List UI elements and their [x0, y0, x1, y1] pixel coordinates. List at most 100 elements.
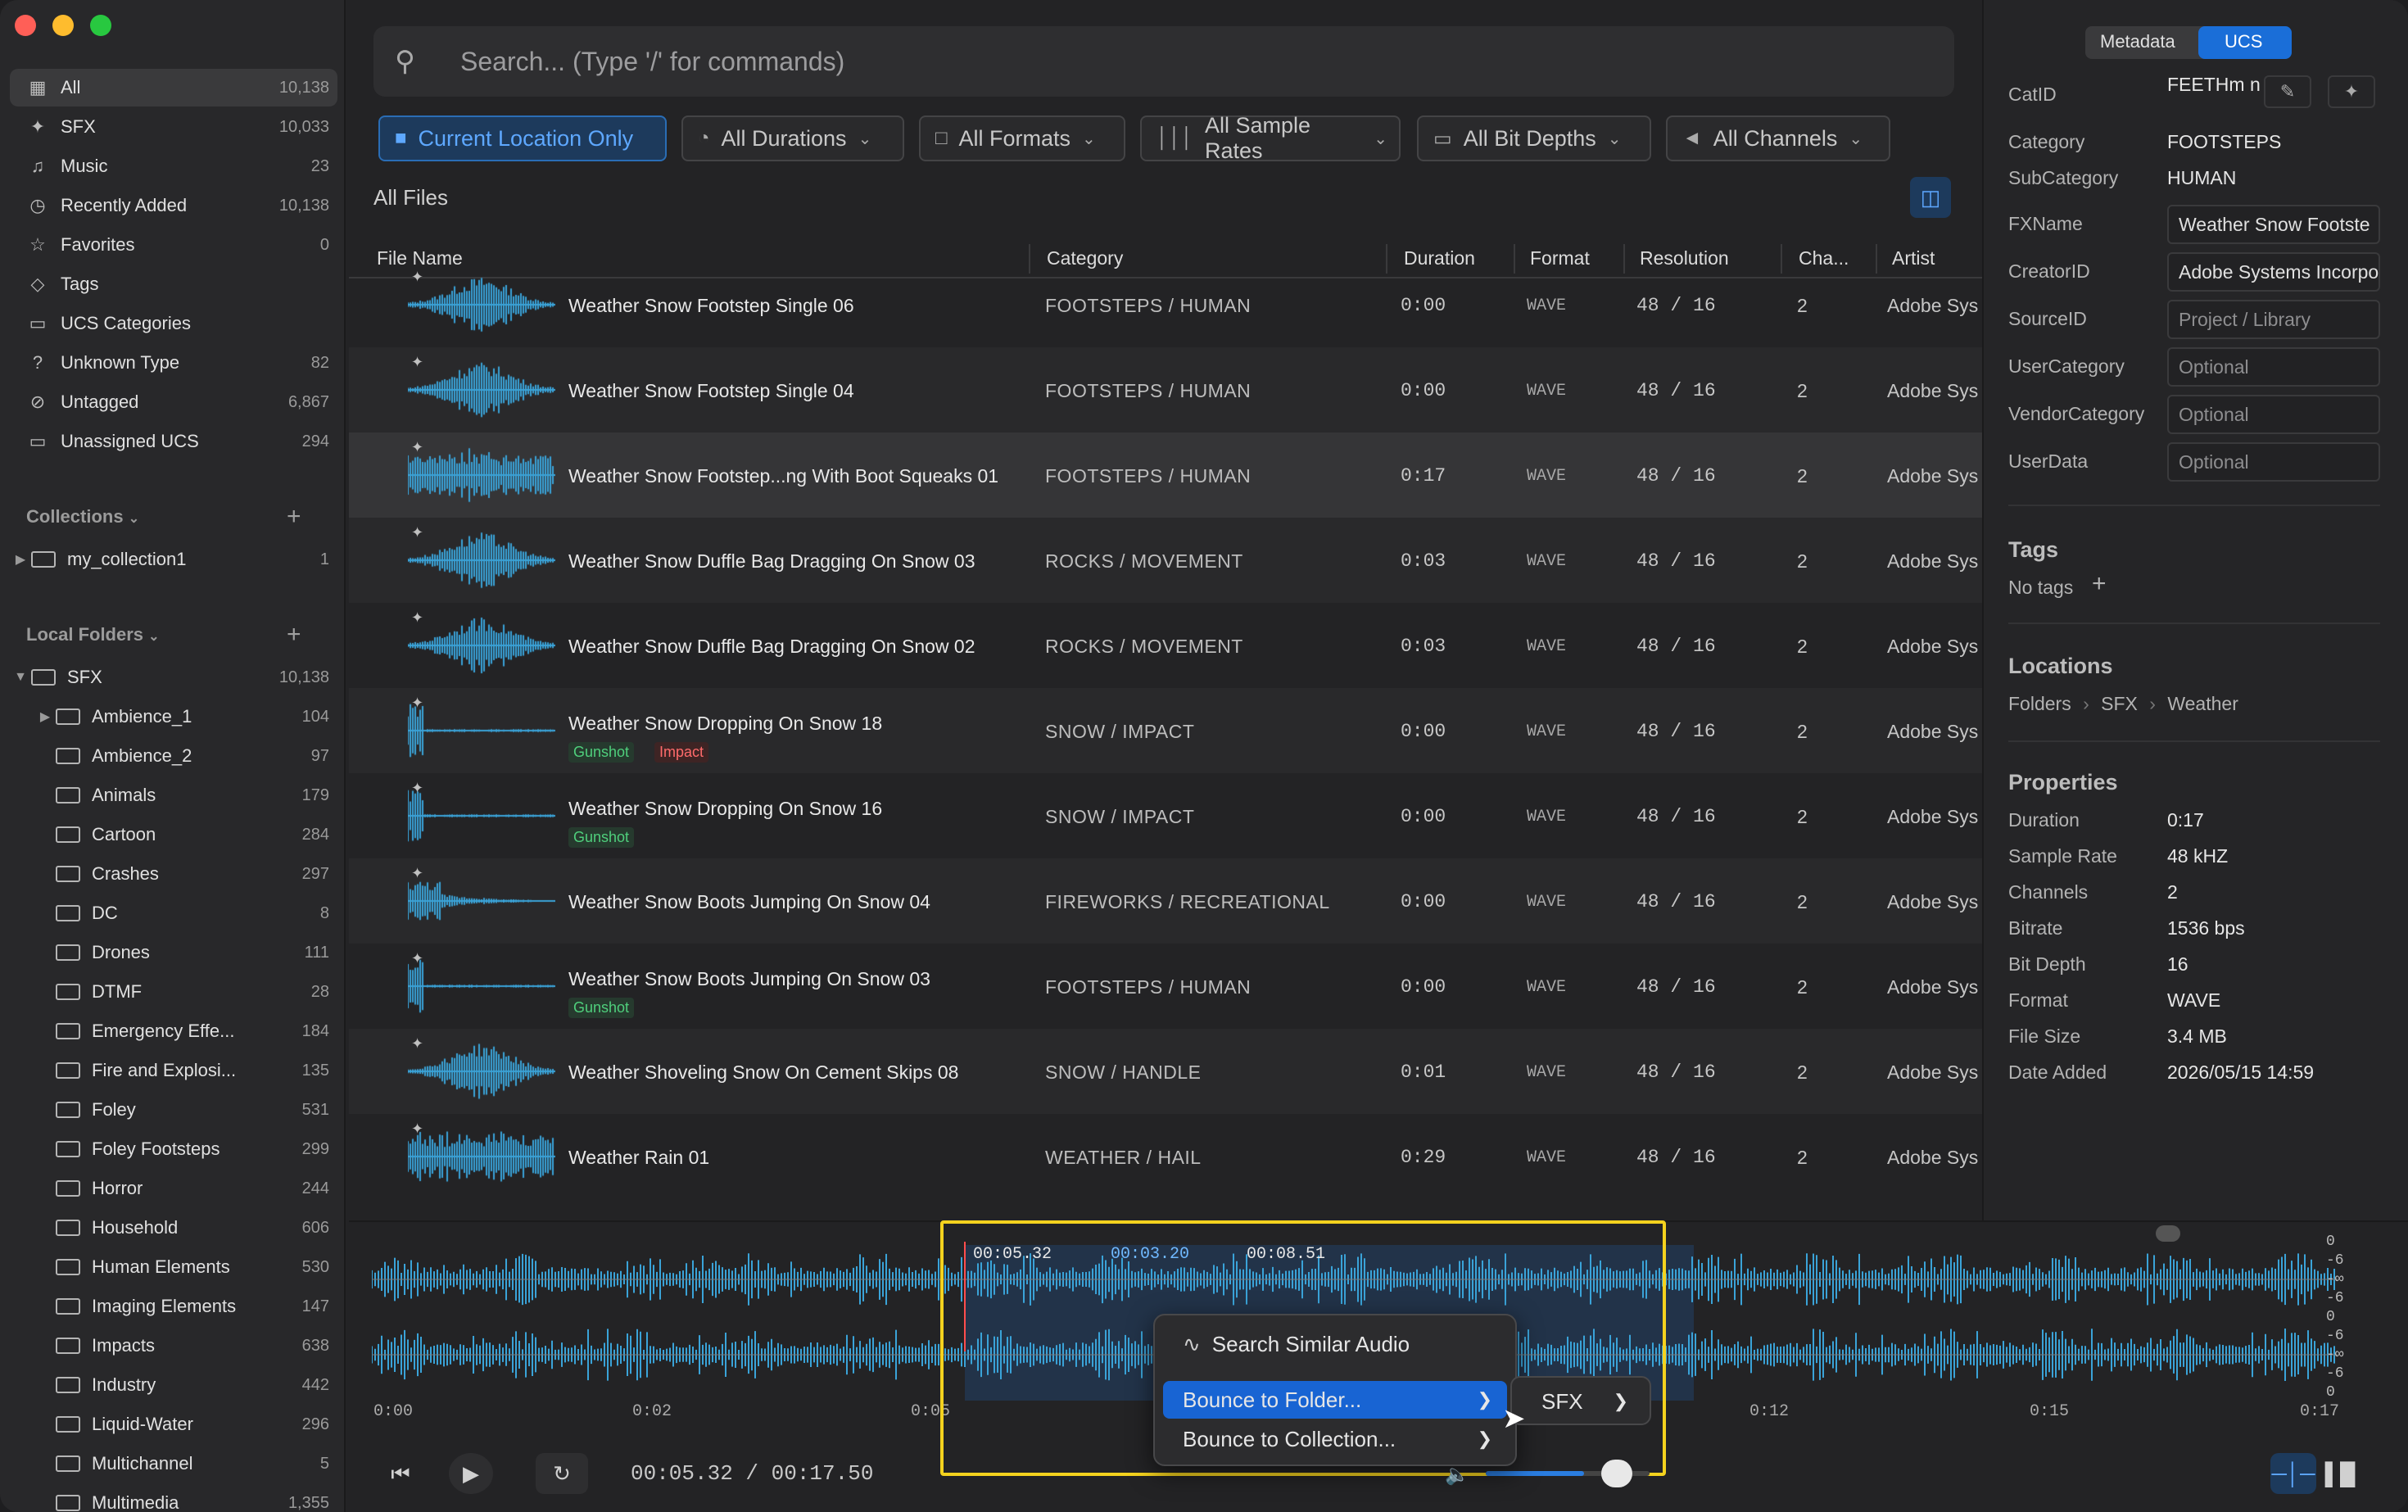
folder-item[interactable]: Horror 244: [34, 1170, 337, 1207]
menu-item-search-similar[interactable]: ∿ Search Similar Audio: [1163, 1325, 1507, 1363]
usercategory-field[interactable]: Optional: [2167, 347, 2380, 387]
minimize-window-button[interactable]: [52, 15, 74, 36]
table-row[interactable]: ✦ Weather Snow Dropping On Snow 18 Gunshot…: [349, 688, 1982, 773]
sidebar-item-unknown-type[interactable]: ? Unknown Type 82: [10, 344, 337, 382]
waveform-thumbnail: [408, 441, 555, 509]
sidebar-item-recently-added[interactable]: ◷ Recently Added 10,138: [10, 187, 337, 224]
sidebar-item-tags[interactable]: ◇ Tags: [10, 265, 337, 303]
folder-icon: ▭: [29, 313, 47, 333]
table-row[interactable]: ✦ Weather Snow Boots Jumping On Snow 04 FI…: [349, 858, 1982, 944]
tab-ucs[interactable]: UCS: [2225, 31, 2262, 52]
folder-icon: [56, 944, 80, 961]
sourceid-field[interactable]: Project / Library: [2167, 300, 2380, 339]
zoom-handle[interactable]: [2156, 1225, 2180, 1242]
table-row[interactable]: ✦ Weather Snow Footstep Single 04 FOOTSTEP…: [349, 347, 1982, 432]
sidebar-item-all[interactable]: ▦ All 10,138: [10, 69, 337, 106]
vendorcategory-field[interactable]: Optional: [2167, 395, 2380, 434]
breadcrumb-item[interactable]: Folders: [2008, 693, 2071, 714]
add-tag-button[interactable]: +: [2092, 570, 2107, 598]
tag-badge[interactable]: Impact: [654, 742, 709, 763]
filter-bit-depths[interactable]: ▭ All Bit Depths ⌄: [1417, 115, 1651, 161]
folder-item[interactable]: Industry 442: [34, 1366, 337, 1404]
local-folders-header[interactable]: Local Folders ⌄ +: [26, 621, 301, 648]
table-row[interactable]: ✦ Weather Snow Footstep Single 06 FOOTSTEP…: [349, 262, 1982, 347]
folder-item[interactable]: Household 606: [34, 1209, 337, 1247]
skip-back-button[interactable]: ⏮: [378, 1453, 423, 1494]
folder-icon: [56, 1338, 80, 1354]
folder-item[interactable]: DC 8: [34, 894, 337, 932]
filter-sample-rates[interactable]: │││ All Sample Rates ⌄: [1140, 113, 1401, 163]
submenu-item-sfx[interactable]: SFX ❯: [1520, 1383, 1643, 1420]
search-bar[interactable]: ⚲: [373, 26, 1954, 97]
sidebar-item-untagged[interactable]: ⊘ Untagged 6,867: [10, 383, 337, 421]
menu-item-bounce-collection[interactable]: Bounce to Collection... ❯: [1163, 1420, 1507, 1458]
volume-knob[interactable]: [1601, 1460, 1632, 1487]
filter-durations[interactable]: ◔ All Durations ⌄: [681, 115, 904, 161]
time-tick-label: 0:12: [1749, 1402, 1790, 1421]
folder-item[interactable]: Fire and Explosi... 135: [34, 1052, 337, 1089]
filter-formats[interactable]: □ All Formats ⌄: [919, 115, 1125, 161]
spectrum-view-button[interactable]: ▌█: [2320, 1453, 2360, 1494]
table-row[interactable]: ✦ Weather Snow Dropping On Snow 16 Gunshot…: [349, 773, 1982, 858]
property-label: Bitrate: [2008, 917, 2063, 939]
folder-item[interactable]: Impacts 638: [34, 1327, 337, 1365]
folder-icon: [56, 1023, 80, 1039]
table-row[interactable]: ✦ Weather Snow Boots Jumping On Snow 03 Gu…: [349, 944, 1982, 1029]
collections-header[interactable]: Collections ⌄ +: [26, 503, 301, 530]
table-row[interactable]: ✦ Weather Snow Footstep...ng With Boot Sq…: [349, 432, 1982, 518]
folder-item[interactable]: Animals 179: [34, 776, 337, 814]
table-row[interactable]: ✦ Weather Rain 01 WEATHER / HAIL 0:29 WAVE 48…: [349, 1114, 1982, 1199]
sidebar-item-music[interactable]: ♫ Music 23: [10, 147, 337, 185]
folder-item[interactable]: Multichannel 5: [34, 1445, 337, 1483]
menu-item-bounce-folder[interactable]: Bounce to Folder... ❯: [1163, 1381, 1507, 1419]
add-collection-button[interactable]: +: [287, 503, 301, 531]
collapse-arrow-icon[interactable]: ▼: [10, 670, 31, 685]
folder-item[interactable]: Emergency Effe... 184: [34, 1012, 337, 1050]
loop-button[interactable]: ↻: [536, 1453, 588, 1494]
folder-item[interactable]: Crashes 297: [34, 855, 337, 893]
sidebar-item-ucs-categories[interactable]: ▭ UCS Categories: [10, 305, 337, 342]
userdata-field[interactable]: Optional: [2167, 442, 2380, 482]
folder-item[interactable]: Foley 531: [34, 1091, 337, 1129]
sidebar-item-favorites[interactable]: ☆ Favorites 0: [10, 226, 337, 264]
filter-channels[interactable]: ◄ All Channels ⌄: [1666, 115, 1890, 161]
creatorid-field[interactable]: Adobe Systems Incorpo: [2167, 252, 2380, 292]
play-button[interactable]: ▶: [449, 1453, 493, 1494]
breadcrumb-item[interactable]: Weather: [2167, 693, 2238, 714]
table-row[interactable]: ✦ Weather Shoveling Snow On Cement Skips …: [349, 1029, 1982, 1114]
waveform-view-button[interactable]: ─│─: [2270, 1453, 2316, 1494]
folder-item[interactable]: Human Elements 530: [34, 1248, 337, 1286]
toggle-panel-button[interactable]: ◫: [1910, 177, 1951, 218]
table-row[interactable]: ✦ Weather Snow Duffle Bag Dragging On Sno…: [349, 603, 1982, 688]
expand-arrow-icon[interactable]: ▶: [10, 551, 31, 568]
fxname-field[interactable]: Weather Snow Footste: [2167, 205, 2380, 244]
sidebar-item-unassigned-ucs[interactable]: ▭ Unassigned UCS 294: [10, 423, 337, 460]
tag-badge[interactable]: Gunshot: [568, 827, 635, 848]
folder-item[interactable]: DTMF 28: [34, 973, 337, 1011]
folder-item[interactable]: Foley Footsteps 299: [34, 1130, 337, 1168]
folder-item[interactable]: Multimedia 1,355: [34, 1484, 337, 1512]
collection-item[interactable]: ▶ my_collection1 1: [10, 541, 337, 578]
tag-badge[interactable]: Gunshot: [568, 742, 635, 763]
zoom-window-button[interactable]: [90, 15, 111, 36]
folder-item-sfx-root[interactable]: ▼ SFX 10,138: [10, 659, 337, 696]
edit-catid-button[interactable]: ✎: [2264, 75, 2311, 108]
folder-item[interactable]: Imaging Elements 147: [34, 1288, 337, 1325]
add-folder-button[interactable]: +: [287, 621, 301, 649]
auto-catid-button[interactable]: ✦: [2328, 75, 2375, 108]
search-input[interactable]: [460, 46, 1853, 77]
breadcrumb-item[interactable]: SFX: [2101, 693, 2138, 714]
sidebar-item-sfx[interactable]: ✦ SFX 10,033: [10, 108, 337, 146]
table-row[interactable]: ✦ Weather Snow Duffle Bag Dragging On Sno…: [349, 518, 1982, 603]
filter-current-location[interactable]: ■ Current Location Only: [378, 115, 667, 161]
close-window-button[interactable]: [15, 15, 36, 36]
folder-item[interactable]: ▶ Ambience_1 104: [34, 698, 337, 736]
tag-badge[interactable]: Gunshot: [568, 998, 635, 1018]
folder-item[interactable]: Liquid-Water 296: [34, 1406, 337, 1443]
folder-item[interactable]: Drones 111: [34, 934, 337, 971]
expand-arrow-icon[interactable]: ▶: [34, 708, 56, 725]
folder-item[interactable]: Ambience_2 97: [34, 737, 337, 775]
tab-metadata[interactable]: Metadata: [2100, 31, 2175, 52]
property-value: 0:17: [2167, 809, 2204, 831]
folder-item[interactable]: Cartoon 284: [34, 816, 337, 853]
